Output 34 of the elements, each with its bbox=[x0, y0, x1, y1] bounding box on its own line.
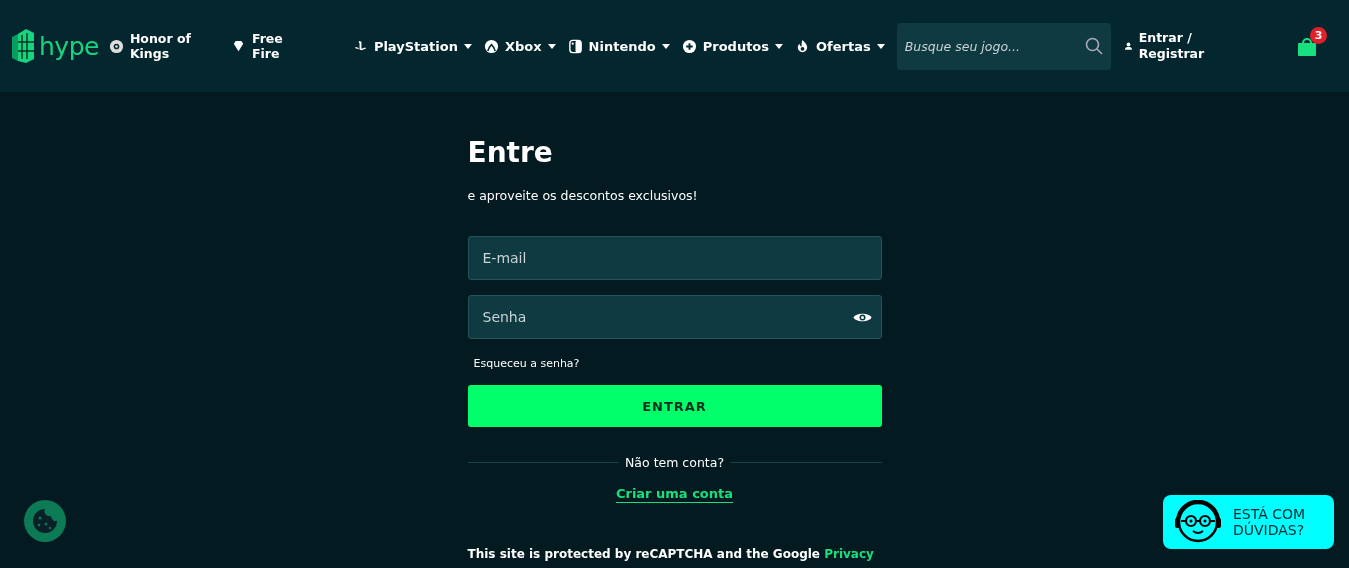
nav-link[interactable]: Honor of Kings bbox=[108, 31, 209, 61]
search-icon bbox=[1084, 36, 1103, 55]
eye-icon[interactable] bbox=[852, 311, 872, 324]
nav-link[interactable]: Xbox bbox=[483, 38, 556, 54]
subtitle: e aproveite os descontos exclusivos! bbox=[467, 188, 699, 203]
support-agent-icon bbox=[1173, 500, 1223, 544]
disc-icon bbox=[108, 38, 124, 54]
password-field[interactable]: Senha bbox=[467, 295, 882, 339]
xbox-icon bbox=[483, 38, 499, 54]
help-button[interactable]: ESTÁ COM DÚVIDAS? bbox=[1163, 495, 1334, 549]
cookie-icon bbox=[31, 507, 59, 535]
search-field[interactable]: Busque seu jogo... bbox=[896, 22, 1111, 70]
logo-text: hype bbox=[39, 31, 99, 61]
cart-count-badge: 3 bbox=[1310, 27, 1327, 44]
logo-icon bbox=[12, 29, 34, 63]
divider-text: Não tem conta? bbox=[625, 455, 724, 470]
nav-link[interactable]: Nintendo bbox=[567, 38, 670, 54]
nav-link[interactable]: PlayStation bbox=[352, 38, 472, 54]
login-button[interactable]: ENTRAR bbox=[467, 385, 882, 427]
nav-link[interactable]: Free Fire bbox=[230, 31, 331, 61]
site-logo[interactable]: hype bbox=[12, 29, 99, 63]
recaptcha-notice: This site is protected by reCAPTCHA and the Google Privacy bbox=[467, 547, 875, 561]
plus-circle-icon bbox=[681, 38, 697, 54]
email-field[interactable]: E-mail bbox=[467, 236, 882, 280]
forgot-password-link[interactable]: Esqueceu a senha? bbox=[473, 357, 580, 370]
cookie-button[interactable] bbox=[24, 500, 66, 542]
nav-link[interactable]: Produtos bbox=[681, 38, 784, 54]
shopping-bag-icon[interactable] bbox=[1297, 36, 1317, 56]
nav-link[interactable]: Ofertas bbox=[795, 38, 885, 54]
create-account-link[interactable]: Criar uma conta bbox=[615, 486, 734, 501]
privacy-link[interactable]: Privacy bbox=[824, 547, 874, 561]
console-icon bbox=[567, 38, 583, 54]
page-title: Entre bbox=[467, 136, 554, 169]
login-link[interactable]: Entrar / Registrar bbox=[1124, 30, 1205, 62]
